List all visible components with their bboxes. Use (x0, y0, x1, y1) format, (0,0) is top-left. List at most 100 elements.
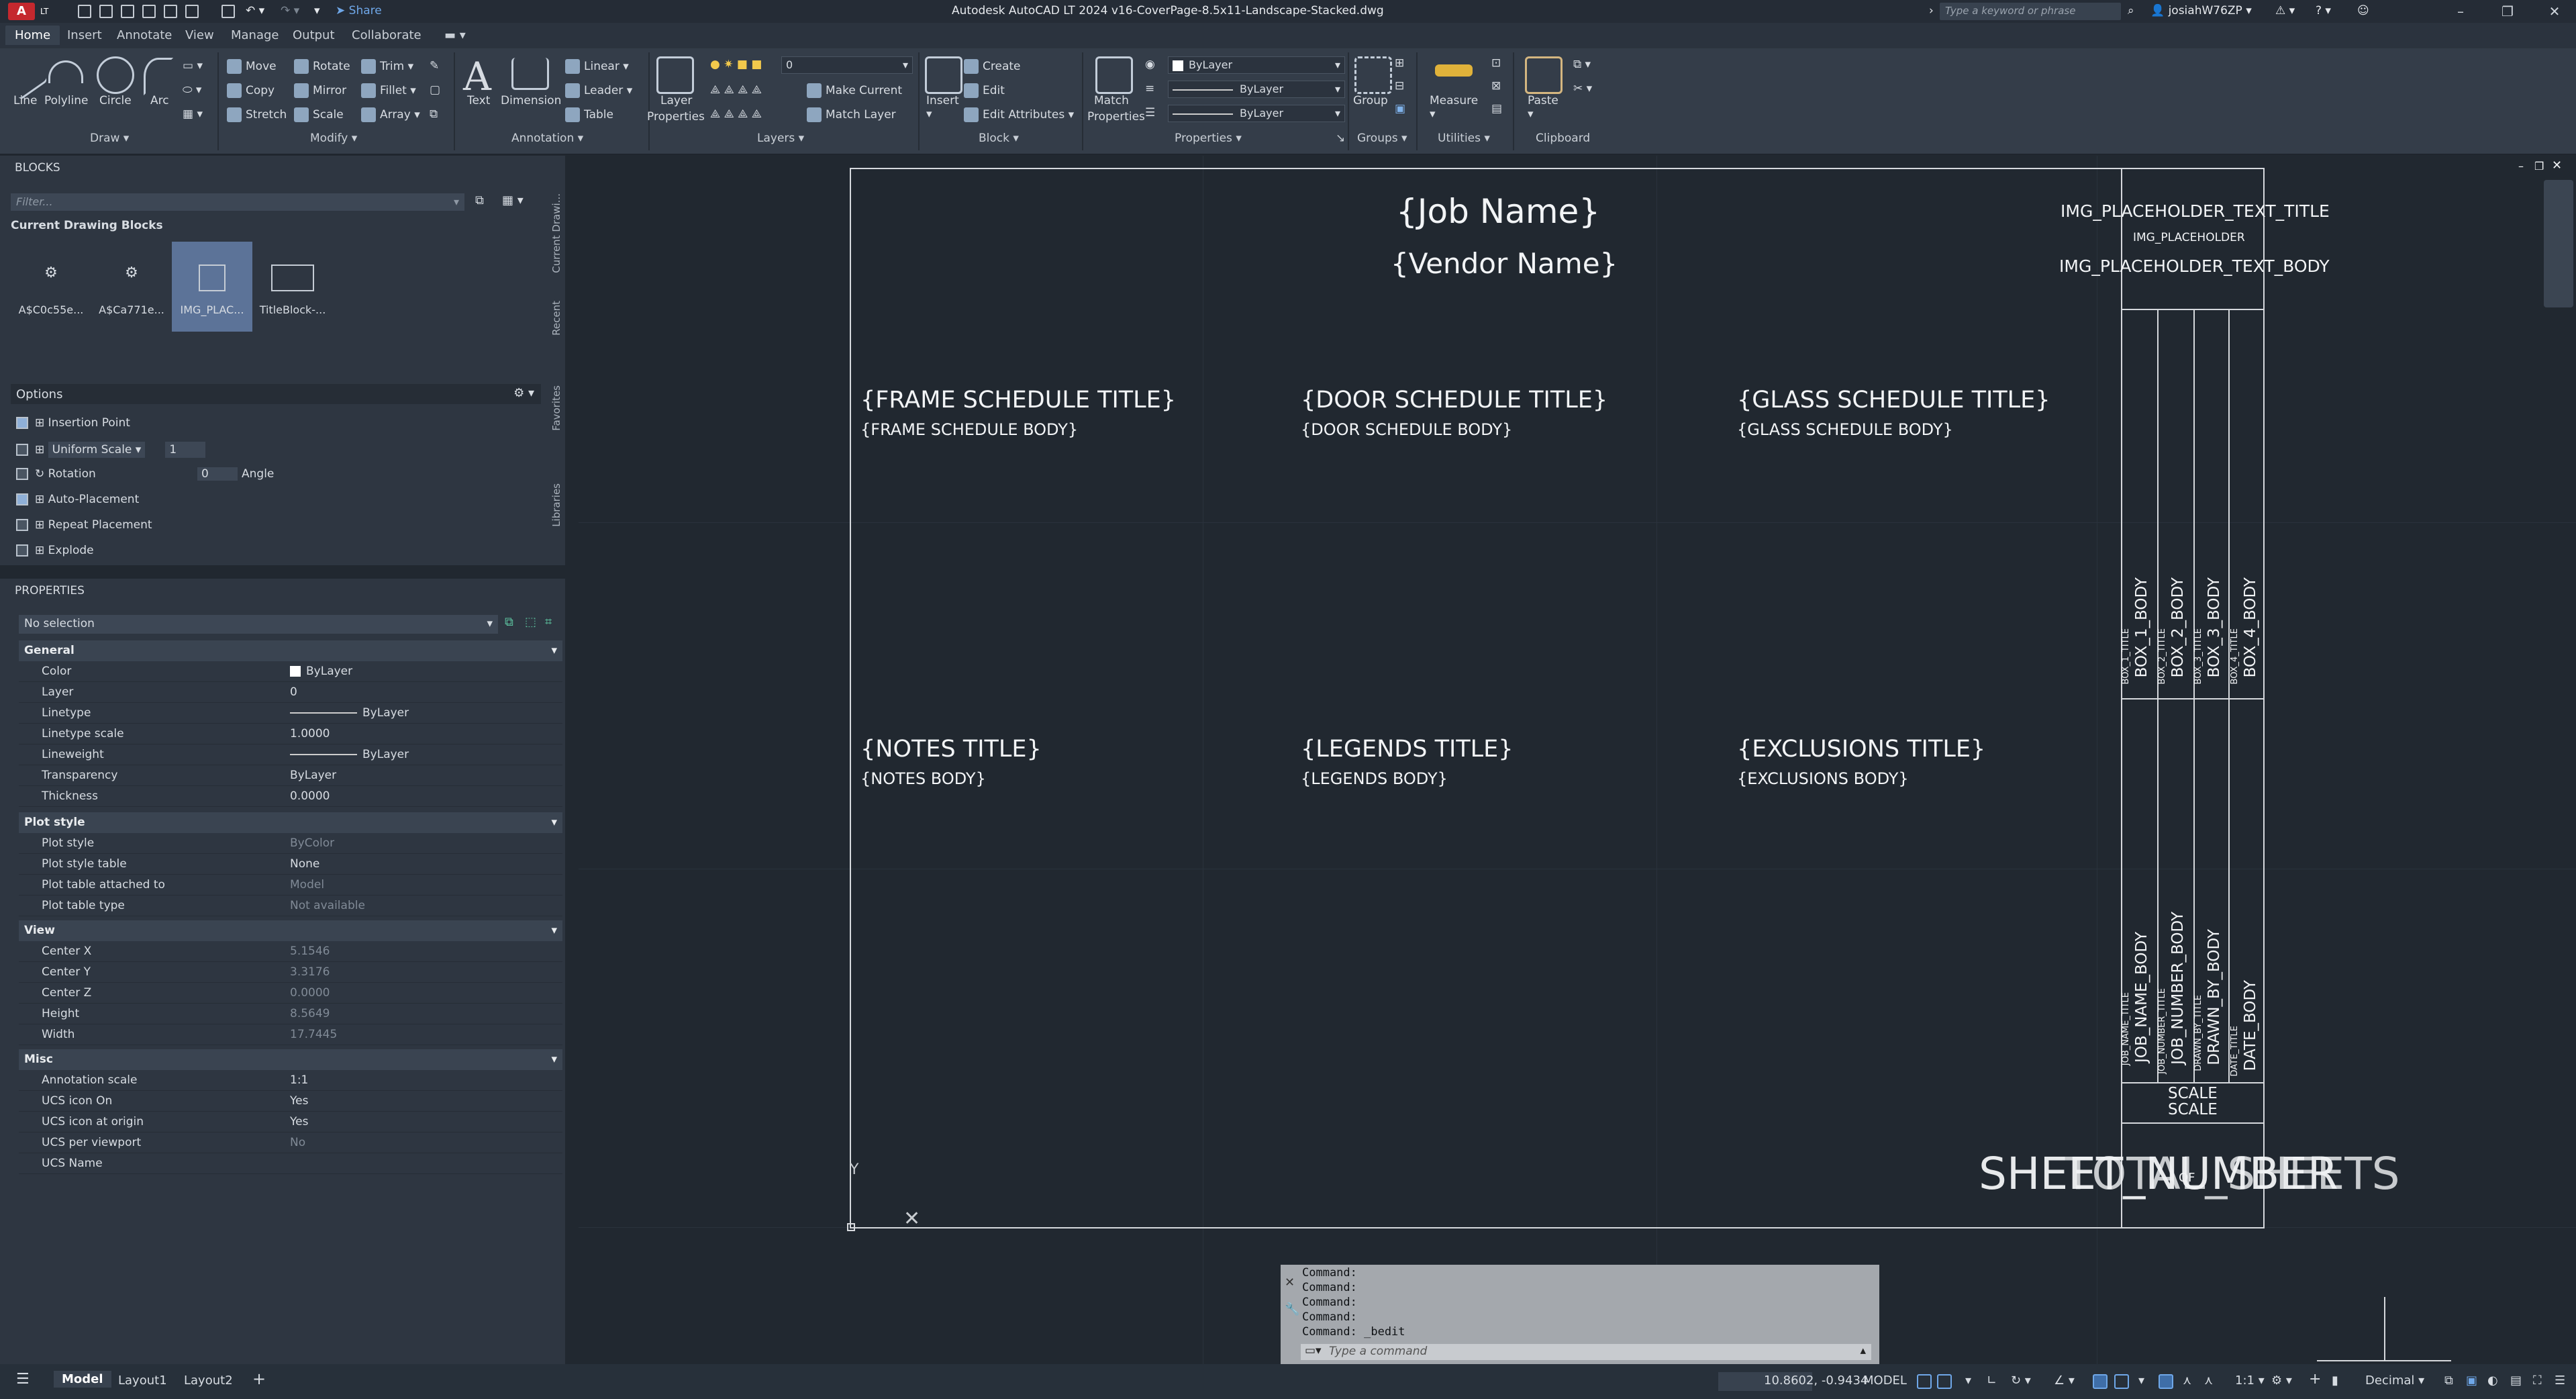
prop-row-height[interactable]: Height 8.5649 (19, 1004, 562, 1024)
tab-home[interactable]: Home (5, 26, 60, 45)
options-header[interactable]: Options ⚙ ▾ (11, 384, 541, 404)
viewport-minimize-icon[interactable]: – (2518, 160, 2524, 173)
open-file-icon[interactable] (99, 5, 113, 18)
navigation-bar[interactable] (2544, 180, 2573, 307)
prop-row-linetype[interactable]: Linetype ByLayer (19, 703, 562, 724)
prop-row-thickness[interactable]: Thickness 0.0000 (19, 786, 562, 807)
layer-tools-row-1[interactable]: ⟁ ⟁ ⟁ ⟁ (710, 83, 762, 97)
rotation-option[interactable]: ↻ Rotation 0 Angle (16, 467, 274, 481)
tab-model[interactable]: Model (54, 1371, 111, 1388)
block-thumbnail[interactable]: ⚙ A$C0c55e... (11, 242, 91, 332)
ribbon-options-icon[interactable]: ▬ ▾ (444, 28, 466, 42)
group-button[interactable]: Group (1353, 94, 1388, 107)
prop-row-transparency[interactable]: Transparency ByLayer (19, 765, 562, 786)
color-wheel-icon[interactable]: ◉ (1145, 58, 1155, 71)
customize-command-icon[interactable]: 🔧 (1285, 1302, 1299, 1316)
measure-icon[interactable] (1435, 64, 1473, 77)
properties-panel-title[interactable]: Properties ▾ (1175, 132, 1242, 145)
undo-icon[interactable]: ↶ ▾ (246, 4, 264, 17)
edit-block-button[interactable]: Edit (964, 83, 1005, 98)
share-button[interactable]: ➤ Share (336, 4, 382, 17)
arc-icon[interactable] (144, 58, 173, 95)
snap-toggle-icon[interactable] (1937, 1374, 1952, 1389)
close-command-icon[interactable]: ✕ (1285, 1275, 1295, 1290)
prop-row-ucs-per-viewport[interactable]: UCS per viewport No (19, 1132, 562, 1153)
open-web-icon[interactable] (164, 5, 177, 18)
paste-icon[interactable] (1525, 56, 1563, 94)
select-objects-icon[interactable]: ⬚ (525, 615, 536, 629)
linear-button[interactable]: Linear ▾ (565, 59, 629, 74)
group-selection-icon[interactable]: ▣ (1395, 102, 1405, 115)
new-file-icon[interactable] (78, 5, 91, 18)
scale-button[interactable]: Scale (294, 107, 344, 122)
match-properties-button[interactable]: Match (1094, 94, 1129, 107)
help-search-input[interactable]: Type a keyword or phrase (1940, 3, 2121, 20)
group-edit-icon[interactable]: ⊟ (1395, 79, 1404, 93)
scale-value-input[interactable]: 1 (165, 442, 206, 458)
grid-toggle-icon[interactable] (1917, 1374, 1932, 1389)
object-snap-icon[interactable] (2114, 1374, 2129, 1389)
osnap-dropdown-icon[interactable]: ▾ (2138, 1373, 2144, 1388)
lock-ui-icon[interactable]: ▣ (2466, 1373, 2477, 1388)
prop-row-center-z[interactable]: Center Z 0.0000 (19, 983, 562, 1004)
close-icon[interactable]: ✕ (2534, 1, 2575, 21)
line-button[interactable]: Line (13, 94, 37, 107)
prop-row-linetype-scale[interactable]: Linetype scale 1.0000 (19, 724, 562, 744)
rotation-value-input[interactable]: 0 (197, 467, 238, 481)
prop-row-width[interactable]: Width 17.7445 (19, 1024, 562, 1045)
toggle-pickadd-icon[interactable]: ⧉ (505, 615, 513, 629)
tab-current-drawing[interactable]: Current Drawi... (550, 193, 565, 273)
erase-icon[interactable]: ✎ (430, 59, 439, 73)
menu-icon[interactable]: ☰ (16, 1371, 30, 1388)
tab-layout2[interactable]: Layout2 (184, 1373, 233, 1388)
block-thumbnail[interactable]: TitleBlock-... (252, 242, 333, 332)
insertion-point-option[interactable]: ⊞ Insertion Point (16, 416, 130, 430)
auto-scale-icon[interactable]: ⋏ (2183, 1373, 2191, 1388)
scale-mode-dropdown[interactable]: Uniform Scale ▾ (48, 442, 146, 458)
layer-properties-icon[interactable] (656, 56, 694, 94)
measure-button[interactable]: Measure ▾ (1430, 94, 1478, 121)
tab-recent[interactable]: Recent (550, 301, 565, 336)
chevron-up-icon[interactable]: ▴ (1860, 1344, 1866, 1357)
annotation-visibility-icon[interactable] (2159, 1374, 2173, 1389)
command-input[interactable]: ▭▾ Type a command ▴ (1301, 1344, 1871, 1360)
block-thumbnail[interactable]: ⚙ A$Ca771e... (91, 242, 172, 332)
tab-annotate[interactable]: Annotate (117, 28, 172, 42)
hatch-icon[interactable]: ⬭ ▾ (183, 83, 201, 97)
help-icon[interactable]: ? ▾ (2316, 4, 2331, 17)
clipboard-panel-title[interactable]: Clipboard (1536, 132, 1590, 145)
offset-icon[interactable]: ⧉ (430, 107, 438, 121)
insert-button[interactable]: Insert ▾ (926, 94, 959, 121)
view-options-icon[interactable]: ▦ ▾ (502, 193, 524, 207)
annotation-panel-title[interactable]: Annotation ▾ (511, 132, 583, 145)
prop-row-color[interactable]: Color ByLayer (19, 661, 562, 682)
linetype-dropdown[interactable]: ByLayer ▾ (1168, 105, 1345, 122)
auto-placement-option[interactable]: ⊞ Auto-Placement (16, 493, 139, 506)
quick-select-icon[interactable]: ⌗ (545, 615, 552, 629)
isodraft-icon[interactable]: ∠ ▾ (2054, 1373, 2075, 1388)
isolate-objects-icon[interactable]: ◐ (2487, 1373, 2498, 1388)
plot-icon[interactable] (221, 5, 235, 18)
prop-row-plot-style-table[interactable]: Plot style table None (19, 854, 562, 875)
trim-button[interactable]: Trim ▾ (361, 59, 413, 74)
layers-panel-title[interactable]: Layers ▾ (757, 132, 804, 145)
selection-dropdown[interactable]: No selection ▾ (19, 615, 498, 634)
redo-icon[interactable]: ↷ ▾ (281, 4, 299, 17)
minimize-icon[interactable]: – (2440, 1, 2481, 21)
tab-libraries[interactable]: Libraries (550, 483, 565, 527)
ungroup-icon[interactable]: ⊞ (1395, 56, 1404, 70)
dimension-button[interactable]: Dimension (501, 94, 561, 107)
prop-row-plot-table-type[interactable]: Plot table type Not available (19, 896, 562, 916)
layer-tools-row-2[interactable]: ⟁ ⟁ ⟁ ⟁ (710, 107, 762, 121)
repeat-placement-option[interactable]: ⊞ Repeat Placement (16, 518, 152, 532)
workspace-gear-icon[interactable]: ⚙ ▾ (2271, 1373, 2292, 1388)
search-icon[interactable]: ⌕ (2128, 4, 2134, 17)
arc-button[interactable]: Arc (150, 94, 169, 107)
tab-layout1[interactable]: Layout1 (118, 1373, 167, 1388)
insert-block-icon[interactable] (925, 56, 962, 94)
group-icon[interactable] (1354, 56, 1392, 94)
units-dropdown[interactable]: Decimal ▾ (2365, 1373, 2424, 1388)
rectangle-icon[interactable]: ▭ ▾ (183, 59, 203, 73)
dimension-icon[interactable] (511, 58, 549, 90)
table-button[interactable]: Table (565, 107, 613, 122)
